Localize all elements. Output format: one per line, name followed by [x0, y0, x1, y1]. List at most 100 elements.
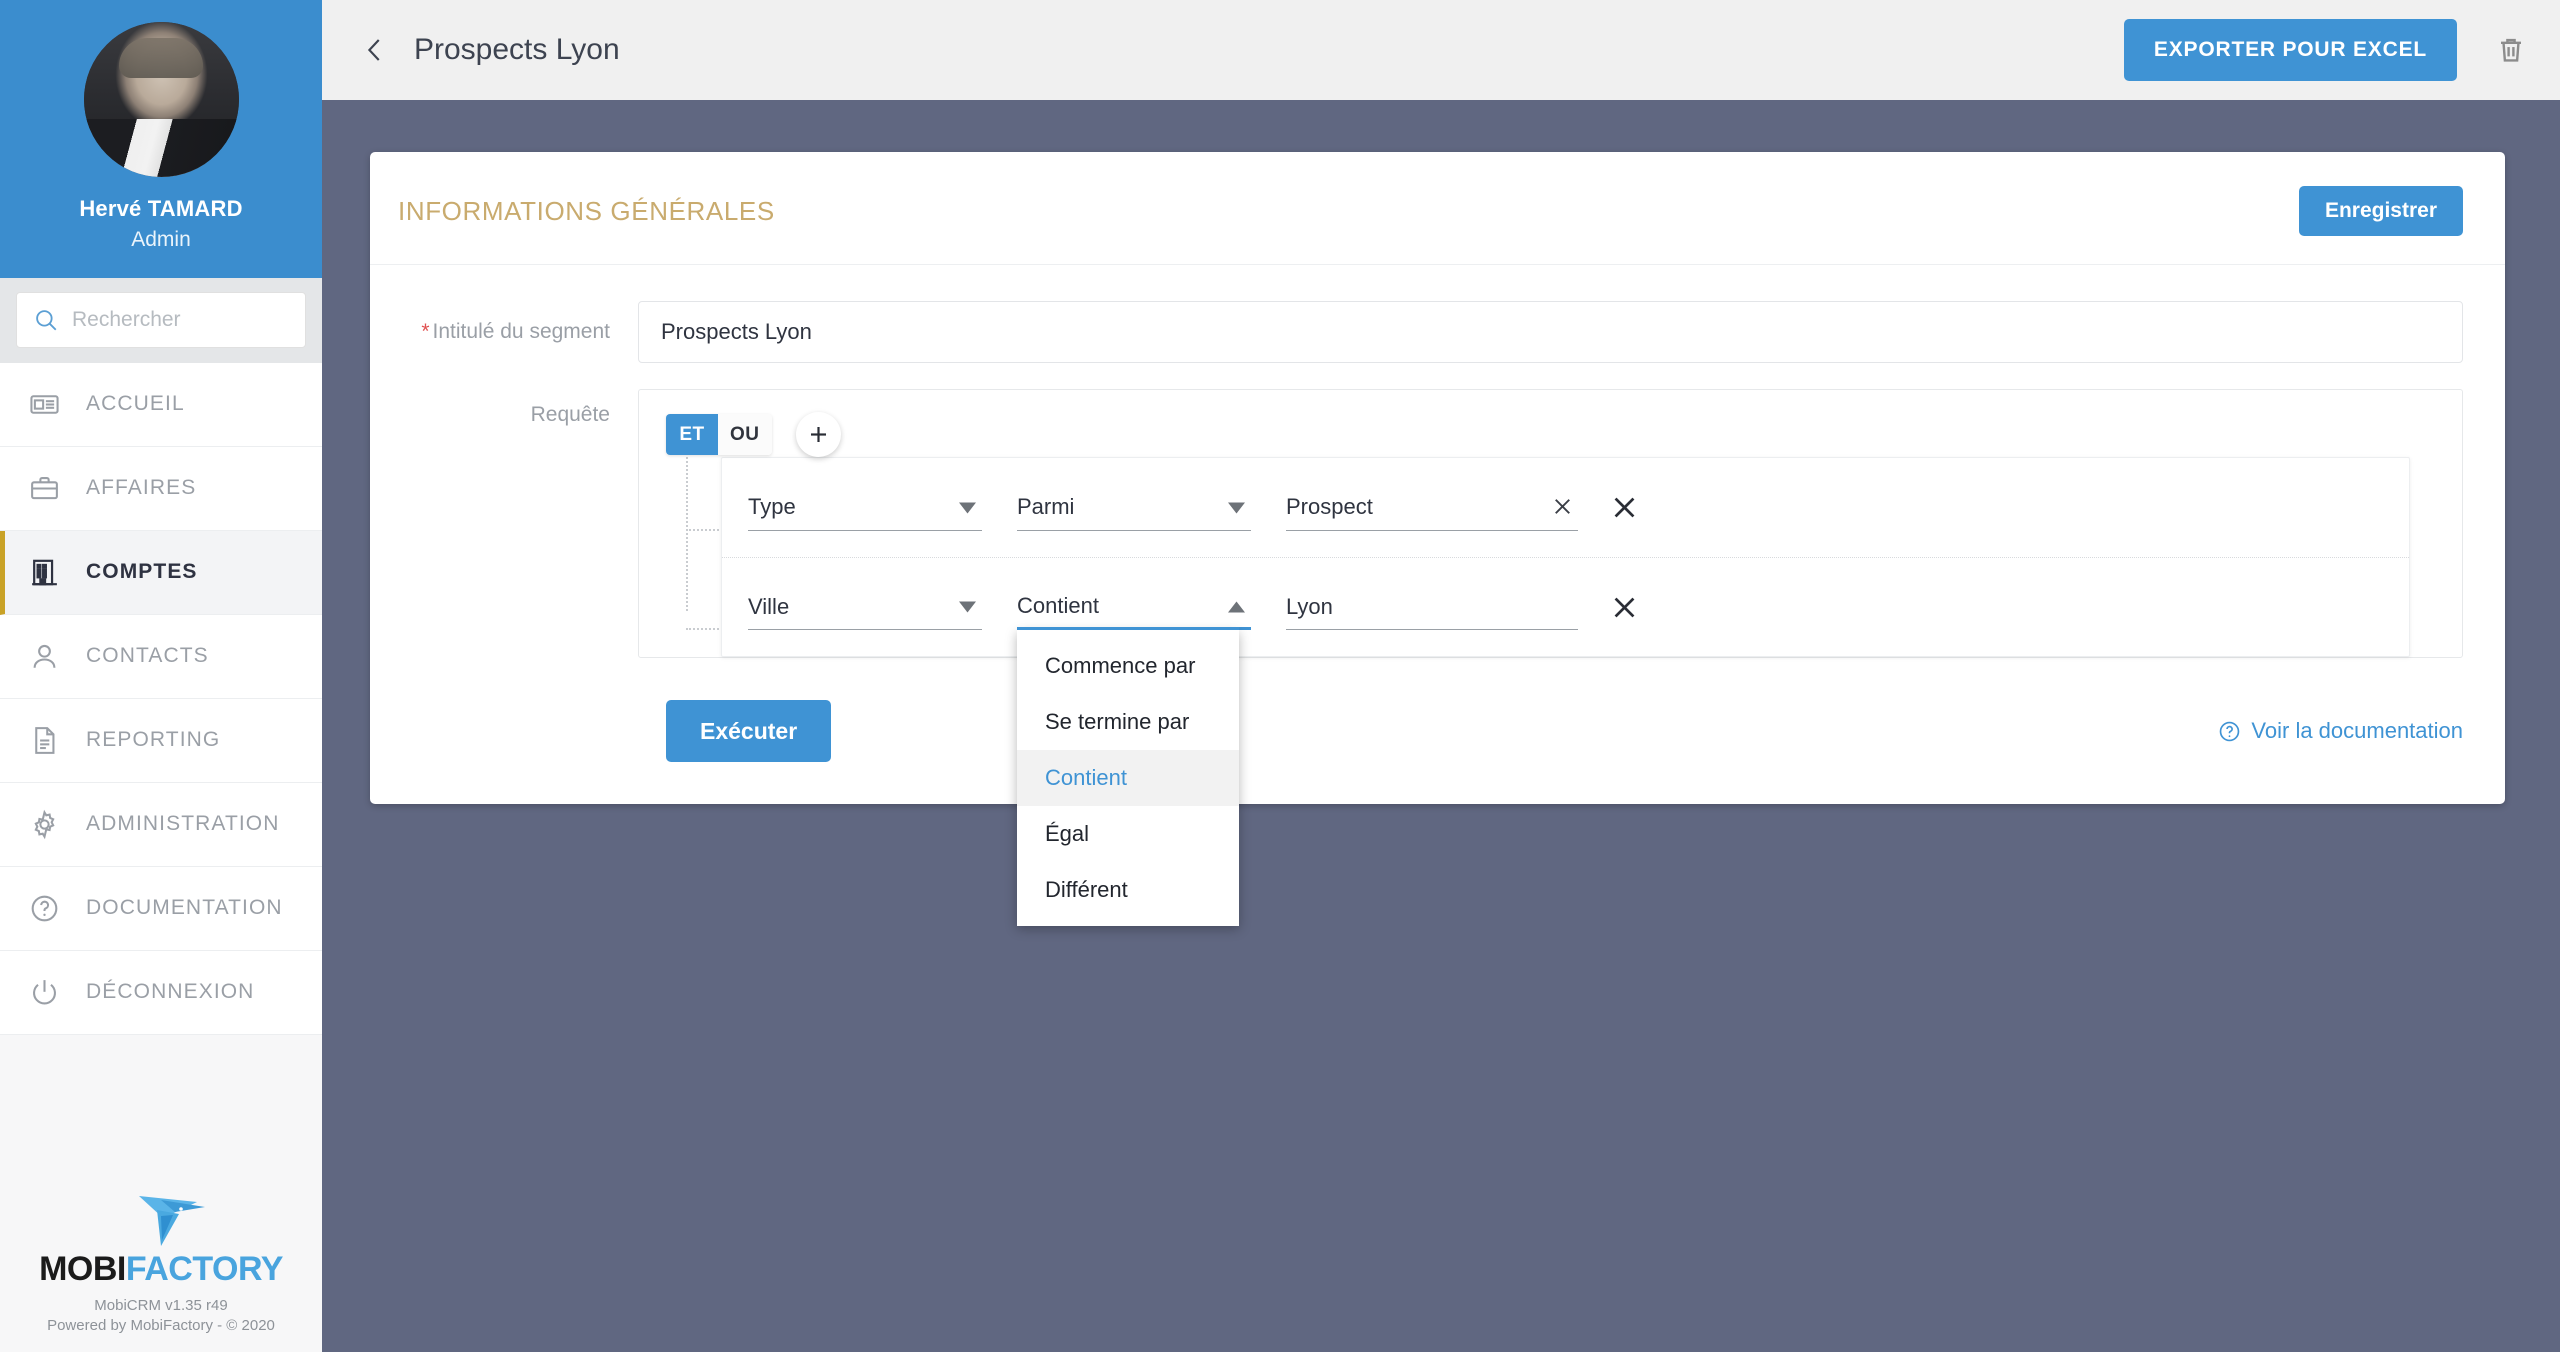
- avatar: [84, 22, 239, 177]
- sidebar-item-documentation[interactable]: DOCUMENTATION: [0, 867, 322, 951]
- sidebar-item-reporting[interactable]: REPORTING: [0, 699, 322, 783]
- page-title: Prospects Lyon: [414, 33, 620, 67]
- question-circle-icon: [2217, 719, 2242, 744]
- mobifactory-bird-icon: [101, 1188, 221, 1250]
- person-icon: [28, 640, 86, 673]
- sidebar-footer: MOBIFACTORY MobiCRM v1.35 r49 Powered by…: [0, 1188, 322, 1352]
- segment-field-row: *Intitulé du segment Prospects Lyon: [370, 301, 2505, 363]
- dropdown-option-se-termine-par[interactable]: Se termine par: [1017, 694, 1239, 750]
- topbar-actions: EXPORTER POUR EXCEL: [2124, 19, 2527, 81]
- logo-primary: MOBI: [39, 1250, 126, 1288]
- sidebar-item-deconnexion[interactable]: DÉCONNEXION: [0, 951, 322, 1035]
- sidebar-item-accueil[interactable]: ACCUEIL: [0, 363, 322, 447]
- sidebar-item-label: COMPTES: [86, 560, 198, 584]
- dropdown-option-contient[interactable]: Contient: [1017, 750, 1239, 806]
- condition-operator-select[interactable]: Parmi: [1017, 485, 1251, 531]
- sidebar-item-label: ACCUEIL: [86, 392, 185, 416]
- app-root: Hervé TAMARD Admin Rechercher: [0, 0, 2560, 1352]
- segment-label-text: Intitulé du segment: [433, 320, 610, 343]
- sidebar: Hervé TAMARD Admin Rechercher: [0, 0, 322, 1352]
- informations-generales-card: INFORMATIONS GÉNÉRALES Enregistrer *Inti…: [370, 152, 2505, 804]
- condition-field-select[interactable]: Type: [748, 485, 982, 531]
- remove-condition-button[interactable]: [1608, 491, 1641, 524]
- condition-value-input[interactable]: Prospect: [1286, 485, 1578, 531]
- logic-or-button[interactable]: OU: [718, 414, 772, 455]
- logo-secondary: FACTORY: [126, 1250, 283, 1288]
- condition-tree: Type Parmi: [639, 457, 2462, 657]
- sidebar-item-label: DOCUMENTATION: [86, 896, 283, 920]
- condition-rows: Type Parmi: [721, 457, 2410, 657]
- search-icon: [33, 307, 59, 333]
- topbar: Prospects Lyon EXPORTER POUR EXCEL: [322, 0, 2560, 100]
- condition-row: Ville Contient: [722, 557, 2409, 656]
- save-button[interactable]: Enregistrer: [2299, 186, 2463, 236]
- newspaper-icon: [28, 388, 86, 421]
- delete-button[interactable]: [2495, 34, 2527, 66]
- dropdown-option-egal[interactable]: Égal: [1017, 806, 1239, 862]
- condition-operator-value: Parmi: [1017, 494, 1074, 520]
- avatar-shoulders: [84, 119, 239, 177]
- dropdown-accent-line: [1017, 627, 1239, 630]
- logic-and-button[interactable]: ET: [666, 414, 718, 455]
- trash-icon: [2495, 34, 2527, 66]
- mobifactory-logo-text: MOBIFACTORY: [10, 1252, 312, 1286]
- add-condition-button[interactable]: [796, 412, 841, 457]
- sidebar-item-comptes[interactable]: COMPTES: [0, 531, 322, 615]
- condition-field-value: Ville: [748, 594, 789, 620]
- clear-value-button[interactable]: [1549, 493, 1576, 525]
- chevron-down-icon: [959, 600, 976, 618]
- sidebar-item-label: DÉCONNEXION: [86, 980, 254, 1004]
- logic-toggle: ET OU: [666, 414, 772, 455]
- operator-dropdown-menu: Commence par Se termine par Contient Éga…: [1017, 630, 1239, 926]
- document-icon: [28, 724, 86, 757]
- documentation-link[interactable]: Voir la documentation: [2217, 718, 2463, 744]
- search-placeholder: Rechercher: [72, 308, 181, 332]
- close-icon: [1608, 491, 1641, 524]
- sidebar-profile: Hervé TAMARD Admin: [0, 0, 322, 278]
- logic-bar: ET OU: [639, 412, 2462, 457]
- chevron-left-icon: [360, 35, 390, 65]
- sidebar-item-contacts[interactable]: CONTACTS: [0, 615, 322, 699]
- plus-icon: [806, 422, 831, 447]
- sidebar-item-label: AFFAIRES: [86, 476, 196, 500]
- dropdown-option-commence-par[interactable]: Commence par: [1017, 638, 1239, 694]
- export-excel-button[interactable]: EXPORTER POUR EXCEL: [2124, 19, 2457, 81]
- power-icon: [28, 976, 86, 1009]
- condition-value-input[interactable]: Lyon: [1286, 584, 1578, 630]
- segment-input[interactable]: Prospects Lyon: [638, 301, 2463, 363]
- card-title: INFORMATIONS GÉNÉRALES: [398, 196, 775, 227]
- back-button[interactable]: [352, 27, 398, 73]
- condition-operator-select[interactable]: Contient Commence par Se termine par: [1017, 584, 1251, 630]
- card-footer: Exécuter Voir la documentation: [370, 658, 2505, 762]
- sidebar-item-label: CONTACTS: [86, 644, 209, 668]
- card-header: INFORMATIONS GÉNÉRALES Enregistrer: [370, 152, 2505, 264]
- condition-field-select[interactable]: Ville: [748, 584, 982, 630]
- sidebar-item-label: ADMINISTRATION: [86, 812, 280, 836]
- segment-label: *Intitulé du segment: [398, 301, 638, 363]
- sidebar-item-affaires[interactable]: AFFAIRES: [0, 447, 322, 531]
- gear-icon: [28, 808, 86, 841]
- condition-value-text: Prospect: [1286, 494, 1373, 520]
- documentation-link-label: Voir la documentation: [2251, 718, 2463, 744]
- condition-value-text: Lyon: [1286, 594, 1333, 620]
- question-circle-icon: [28, 892, 86, 925]
- sidebar-search-band: Rechercher: [0, 278, 322, 363]
- card-divider: [370, 264, 2505, 265]
- chevron-up-icon: [1228, 600, 1245, 618]
- condition-operator-value: Contient: [1017, 593, 1099, 619]
- search-input[interactable]: Rechercher: [16, 292, 306, 348]
- remove-condition-button[interactable]: [1608, 591, 1641, 624]
- query-row: Requête ET OU: [370, 389, 2505, 658]
- query-builder: ET OU: [638, 389, 2463, 658]
- close-icon: [1608, 591, 1641, 624]
- copyright: Powered by MobiFactory - © 2020: [10, 1316, 312, 1336]
- profile-role: Admin: [0, 228, 322, 252]
- chevron-down-icon: [1228, 501, 1245, 519]
- execute-button[interactable]: Exécuter: [666, 700, 831, 762]
- condition-row: Type Parmi: [722, 458, 2409, 557]
- sidebar-spacer: [0, 1035, 322, 1188]
- avatar-hair: [119, 38, 203, 78]
- profile-name: Hervé TAMARD: [0, 195, 322, 223]
- dropdown-option-different[interactable]: Différent: [1017, 862, 1239, 918]
- sidebar-item-administration[interactable]: ADMINISTRATION: [0, 783, 322, 867]
